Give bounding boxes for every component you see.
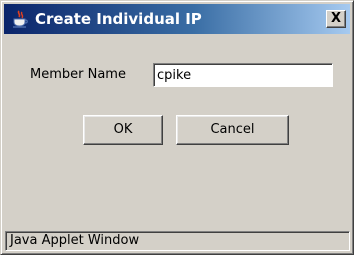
title-bar[interactable]: Create Individual IP X xyxy=(4,4,350,34)
status-bar-text: Java Applet Window xyxy=(10,233,140,248)
member-name-input[interactable] xyxy=(153,63,333,87)
close-icon: X xyxy=(330,11,342,26)
status-bar: Java Applet Window xyxy=(5,231,350,251)
member-name-label: Member Name xyxy=(30,67,126,82)
window-title: Create Individual IP xyxy=(35,10,202,28)
java-coffee-cup-icon xyxy=(11,10,29,28)
cancel-button[interactable]: Cancel xyxy=(176,115,289,145)
dialog-window: Create Individual IP X Member Name OK Ca… xyxy=(0,0,354,255)
close-button[interactable]: X xyxy=(326,10,346,28)
ok-button[interactable]: OK xyxy=(83,115,163,145)
